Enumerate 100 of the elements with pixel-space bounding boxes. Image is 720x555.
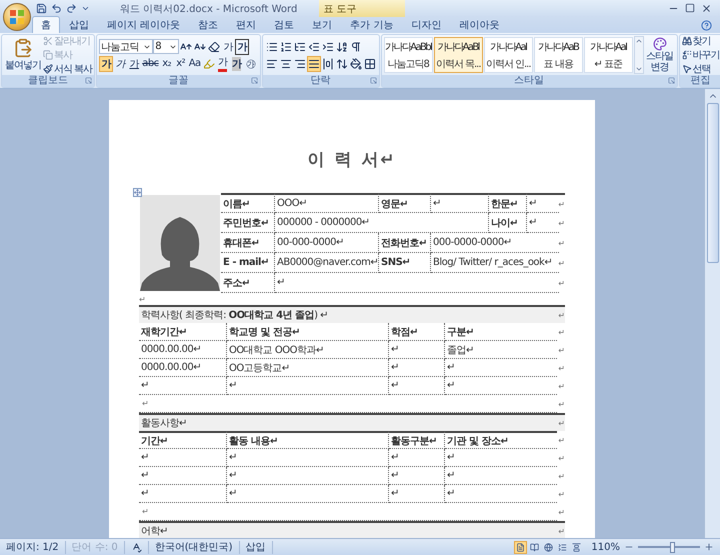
save-button[interactable]: [34, 3, 49, 14]
zoom-in-button[interactable]: [704, 542, 714, 552]
format-button[interactable]: 가: [127, 56, 142, 72]
row-end-mark: ↵: [559, 218, 565, 230]
pointer-icon: [682, 64, 692, 74]
copy-icon: [43, 50, 53, 60]
format-button[interactable]: abc: [141, 56, 160, 72]
dialog-launcher[interactable]: [85, 77, 92, 84]
launcher-icon: [85, 77, 92, 84]
ribbon-tab[interactable]: 편지: [227, 16, 266, 33]
binoculars-icon: [682, 36, 692, 46]
zoom-level[interactable]: 110%: [591, 542, 620, 552]
format-button[interactable]: ㉮: [244, 56, 258, 72]
table-cell: ↵: [389, 341, 445, 359]
grow-font-icon: [180, 40, 192, 52]
font-name-field[interactable]: 나눔고딕: [99, 39, 154, 54]
format-button[interactable]: 서식 복사: [43, 62, 92, 76]
row-end-mark: ↵: [557, 380, 565, 392]
paste-button[interactable]: 붙여넣기: [4, 36, 42, 74]
style-preset[interactable]: 가나다AaI 이력서 인...: [484, 37, 533, 73]
ribbon-tab[interactable]: 디자인: [402, 16, 450, 33]
paragraph-button[interactable]: [348, 56, 363, 72]
table-cell: ↵: [389, 467, 445, 485]
table-cell: ↵: [445, 359, 557, 377]
ribbon-tab[interactable]: 참조: [189, 16, 228, 33]
format-button[interactable]: 가: [230, 56, 244, 72]
status-item[interactable]: 한국어(대한민국): [148, 540, 240, 554]
launcher-icon: [668, 77, 675, 84]
row-end-mark: ↵: [557, 470, 565, 482]
section-heading: 어학↵: [139, 521, 557, 538]
document-title: 이 력 서↵: [306, 149, 398, 171]
font-size-field[interactable]: 8: [153, 39, 180, 54]
ribbon-tab[interactable]: 삽입: [60, 16, 98, 33]
status-item[interactable]: 페이지: 1/2: [0, 540, 66, 554]
row-end-mark: ↵: [559, 258, 565, 270]
table-cell: ↵: [139, 377, 227, 395]
row-end-mark: ↵: [557, 434, 565, 446]
zoom-slider-thumb[interactable]: [670, 542, 676, 552]
dialog-launcher[interactable]: [370, 77, 377, 84]
table-cell: 000-0000-0000↵: [431, 233, 559, 253]
format-button[interactable]: Aa: [188, 56, 202, 72]
table-cell: ↵: [389, 449, 445, 467]
close-button[interactable]: [701, 3, 712, 14]
format-button[interactable]: x²: [174, 56, 188, 72]
format-button[interactable]: 가: [216, 56, 230, 72]
paragraph-button[interactable]: [306, 56, 321, 72]
view-button[interactable]: [514, 540, 528, 554]
format-button[interactable]: x₂: [160, 56, 174, 72]
redo-icon: [66, 3, 77, 14]
numbered-list-icon: [280, 40, 292, 52]
ribbon-tab[interactable]: 보기: [303, 16, 342, 33]
group-label: 클립보드: [28, 75, 68, 87]
table-cell: 00-000-0000↵: [275, 233, 379, 253]
editing-button[interactable]: 선택: [682, 62, 720, 76]
column-header: 기간↵: [139, 431, 227, 449]
scroll-up-icon: [634, 37, 643, 45]
editing-button[interactable]: 찾기: [682, 34, 720, 48]
style-preset[interactable]: 가나다AaBbI 나눔고딕8: [384, 37, 433, 73]
format-button[interactable]: 가: [235, 38, 250, 54]
help-button[interactable]: [701, 20, 712, 30]
table-cell: ↵: [227, 467, 389, 485]
ribbon-tab[interactable]: 페이지 레이아웃: [98, 16, 190, 33]
maximize-icon: [685, 3, 695, 13]
style-preset[interactable]: 가나다AaB 표 내용: [534, 37, 583, 73]
status-item[interactable]: 삽입: [240, 540, 273, 554]
ribbon-tab[interactable]: 검토: [265, 16, 304, 33]
table-cell: ↵: [139, 485, 227, 503]
table-cell: OOO↵: [275, 193, 379, 213]
table-cell: AB0000@naver.com↵: [275, 253, 379, 273]
table-cell: ↵: [275, 273, 559, 293]
align-right-icon: [294, 58, 306, 70]
table-move-handle[interactable]: [133, 188, 142, 197]
style-preset[interactable]: 가나다AaI ↵ 표준: [584, 37, 633, 73]
view-button[interactable]: [542, 540, 556, 554]
format-button[interactable]: 가: [113, 56, 128, 72]
column-header: 학교명 및 전공↵: [227, 323, 389, 341]
view-button[interactable]: [570, 540, 584, 554]
format-button[interactable]: 가: [99, 56, 114, 72]
gallery-scrollbar[interactable]: [634, 36, 644, 74]
editing-button[interactable]: 바꾸기: [682, 48, 720, 62]
change-styles-button[interactable]: 스타일 변경: [644, 37, 675, 73]
scrollbar-thumb[interactable]: [706, 103, 718, 263]
line-spacing-icon: [336, 58, 348, 70]
ribbon-tab[interactable]: 레이아웃: [450, 16, 508, 33]
paragraph-button[interactable]: [320, 56, 335, 72]
table-cell: ↵: [445, 467, 557, 485]
launcher-icon: [250, 77, 258, 84]
vertical-scrollbar[interactable]: [704, 89, 720, 538]
table-cell: ↵: [389, 485, 445, 503]
ribbon-tab[interactable]: 추가 기능: [341, 16, 402, 33]
row-end-mark: ↵: [559, 193, 565, 213]
format-button[interactable]: 가: [221, 38, 236, 54]
table-cell: 000000 - 0000000↵: [275, 213, 489, 233]
indent-icon: [322, 40, 334, 52]
dialog-launcher[interactable]: [668, 77, 675, 84]
style-preset[interactable]: 가나다AaBl 이력서 목...: [434, 37, 483, 73]
ribbon-tab[interactable]: 홈: [32, 16, 60, 33]
dialog-launcher[interactable]: [250, 77, 258, 84]
maximize-button[interactable]: [685, 3, 695, 14]
row-end-mark: ↵: [557, 398, 565, 410]
